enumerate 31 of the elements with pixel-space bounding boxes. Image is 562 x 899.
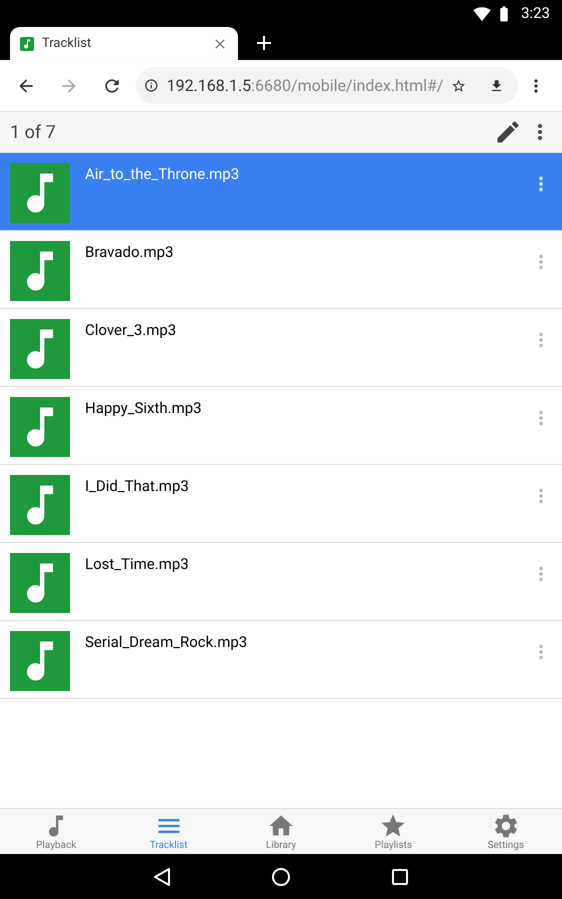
home-icon[interactable] bbox=[271, 866, 291, 886]
url-text: 192.168.1.5:6680/mobile/index.html#/ bbox=[166, 74, 444, 96]
address-bar[interactable]: 192.168.1.5:6680/mobile/index.html#/ bbox=[136, 67, 518, 104]
track-position: 1 of 7 bbox=[10, 120, 57, 144]
track-name: Bravado.mp3 bbox=[85, 242, 174, 263]
track-name: Air_to_the_Throne.mp3 bbox=[85, 164, 240, 185]
music-note-icon bbox=[10, 475, 70, 535]
nav-tab[interactable]: Playlists bbox=[337, 809, 450, 854]
status-time: 3:23 bbox=[521, 3, 550, 24]
track-row[interactable]: Air_to_the_Throne.mp3 bbox=[0, 153, 562, 231]
nav-tab[interactable]: Library bbox=[224, 809, 338, 854]
track-name: Serial_Dream_Rock.mp3 bbox=[85, 632, 248, 653]
track-name: Clover_3.mp3 bbox=[85, 320, 178, 341]
track-name: I_Did_That.mp3 bbox=[85, 476, 190, 497]
music-note-icon bbox=[10, 553, 70, 613]
music-note-icon bbox=[10, 397, 70, 457]
nav-tab[interactable]: Tracklist bbox=[112, 809, 225, 854]
music-note-icon bbox=[20, 36, 34, 50]
music-note-icon bbox=[10, 241, 70, 301]
track-name: Happy_Sixth.mp3 bbox=[85, 398, 203, 419]
nav-tab[interactable]: Playback bbox=[0, 809, 112, 854]
music-note-icon bbox=[10, 631, 70, 691]
track-name: Lost_Time.mp3 bbox=[85, 554, 190, 575]
browser-tab[interactable]: Tracklist bbox=[10, 27, 238, 60]
tab-title: Tracklist bbox=[42, 34, 92, 53]
back-icon[interactable] bbox=[153, 866, 171, 886]
nav-tab[interactable]: Settings bbox=[450, 809, 562, 854]
recents-icon[interactable] bbox=[391, 868, 409, 886]
music-note-icon bbox=[10, 319, 70, 379]
wifi-icon bbox=[473, 4, 492, 22]
music-note-icon bbox=[10, 163, 70, 223]
